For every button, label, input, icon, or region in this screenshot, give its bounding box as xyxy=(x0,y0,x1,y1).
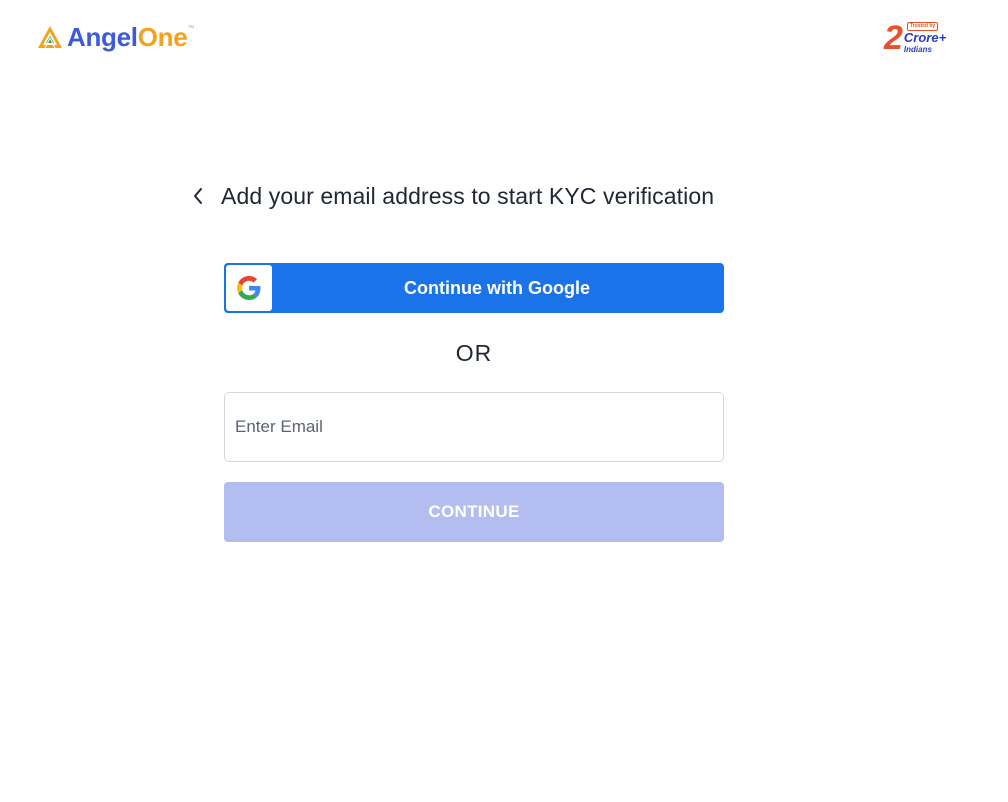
angelone-logo[interactable]: AngelOne ™ xyxy=(37,22,194,52)
continue-button[interactable]: CONTINUE xyxy=(224,482,724,542)
page-title: Add your email address to start KYC veri… xyxy=(221,182,715,209)
email-field[interactable] xyxy=(224,392,724,462)
badge-crore-label: Crore+ xyxy=(903,30,947,45)
google-button-label: Continue with Google xyxy=(404,277,590,298)
title-row: Add your email address to start KYC veri… xyxy=(188,180,714,212)
back-chevron-icon[interactable] xyxy=(188,184,208,208)
trusted-badge: 2 Trusted by Crore+ Indians xyxy=(884,20,946,56)
google-g-icon xyxy=(226,265,272,311)
or-separator: OR xyxy=(455,340,493,366)
logo-text-angel: Angel xyxy=(67,22,138,52)
badge-indians-label: Indians xyxy=(903,45,932,54)
continue-with-google-button[interactable]: Continue with Google xyxy=(224,263,724,313)
badge-number: 2 xyxy=(884,19,903,57)
angelone-logo-icon xyxy=(38,26,62,49)
logo-wordmark: AngelOne xyxy=(67,22,188,52)
logo-trademark: ™ xyxy=(187,25,195,32)
badge-text-block: Trusted by Crore+ Indians xyxy=(904,20,946,54)
kyc-email-page: AngelOne ™ 2 Trusted by Crore+ Indians A… xyxy=(0,0,1008,802)
logo-text-one: One xyxy=(137,22,188,52)
